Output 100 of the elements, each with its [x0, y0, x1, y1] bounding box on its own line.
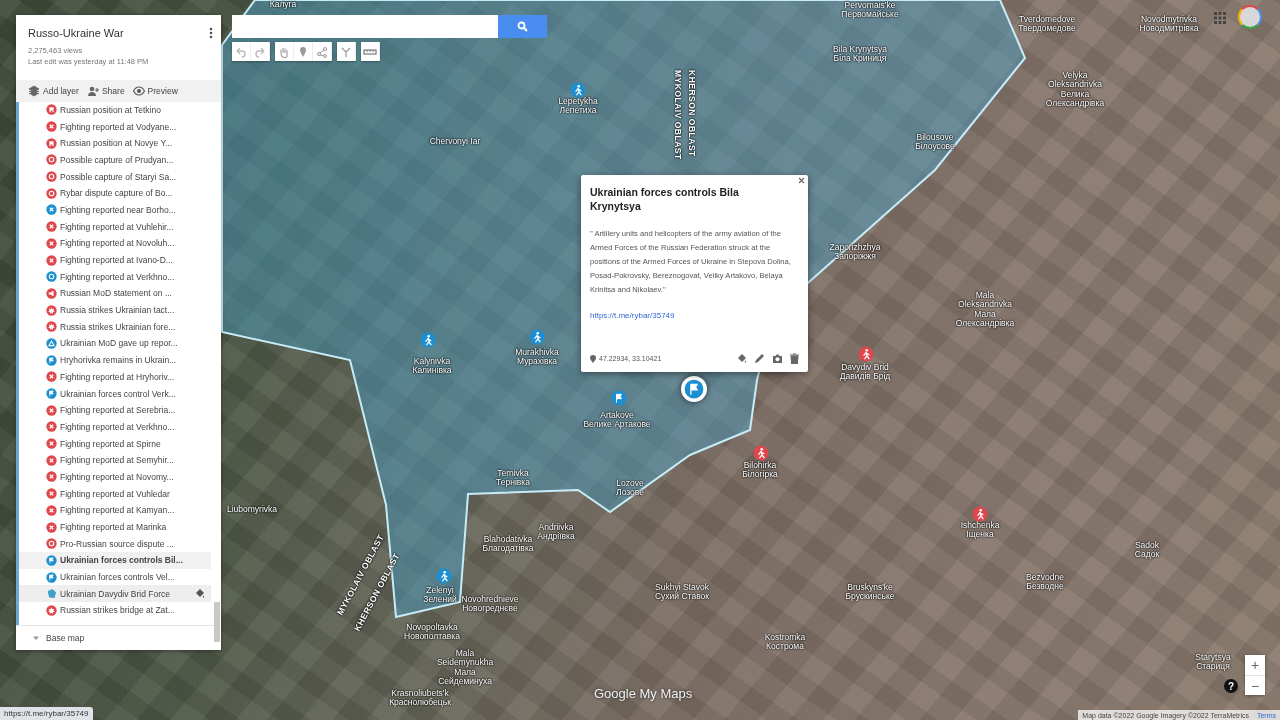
place-label: Mala Seidemynukha: [435, 649, 495, 668]
share-button[interactable]: Share: [86, 84, 125, 97]
close-icon[interactable]: [798, 177, 805, 184]
layer-item[interactable]: Fighting reported at Vuhledar: [19, 485, 211, 502]
layer-item[interactable]: Russia strikes Ukrainian tact...: [19, 301, 211, 319]
place-label: Novodmytrivka: [1140, 14, 1198, 24]
layer-item[interactable]: Fighting reported at Novoluh...: [19, 235, 211, 252]
layer-item[interactable]: Hryhorivka remains in Ukrain...: [19, 351, 211, 369]
place-label: Novohrednieve: [461, 594, 519, 604]
map-marker[interactable]: [858, 346, 874, 362]
place-label: Твердомедове: [1018, 24, 1076, 34]
place-label: Іщенка: [966, 530, 994, 540]
map-marker[interactable]: [529, 329, 545, 345]
map-marker[interactable]: [611, 390, 627, 406]
place-label: Тернівка: [496, 478, 530, 488]
cross-icon: [46, 204, 57, 216]
map-marker[interactable]: [436, 568, 452, 584]
layer-item[interactable]: Ukrainian forces controls Bil...: [19, 552, 211, 569]
search-button[interactable]: [498, 15, 547, 38]
place-label: Lozove: [616, 478, 644, 488]
place-label: Новодмитрівка: [1139, 24, 1199, 34]
account-avatar[interactable]: [1238, 5, 1262, 29]
place-label: Мурахівка: [516, 357, 558, 367]
triangle-icon: [46, 337, 57, 349]
place-label: Брускинське: [845, 592, 895, 602]
layer-item[interactable]: Pro-Russian source dispute ...: [19, 535, 211, 553]
zoom-in-button[interactable]: +: [1245, 655, 1265, 675]
pin-tool-button[interactable]: [294, 42, 313, 61]
eye-button[interactable]: Preview: [132, 84, 178, 97]
place-label: Bilousove: [916, 132, 954, 142]
map-marker[interactable]: [972, 506, 988, 522]
layer-item[interactable]: Fighting reported at Novomy...: [19, 468, 211, 486]
line-icon: [315, 44, 329, 59]
place-label: Давидів Брід: [839, 372, 891, 382]
place-label: Білогірка: [742, 470, 778, 480]
line-tool-button[interactable]: [313, 42, 332, 61]
selected-marker[interactable]: [681, 376, 707, 402]
layer-item[interactable]: Russian position at Novye Y...: [19, 134, 211, 152]
layer-item[interactable]: Russia strikes Ukrainian fore...: [19, 318, 211, 336]
layer-item[interactable]: Possible capture of Prudyan...: [19, 151, 211, 169]
apps-grid-icon[interactable]: [1214, 12, 1226, 24]
layer-item[interactable]: Fighting reported at Marinka: [19, 518, 211, 536]
place-label: Лепетиха: [559, 106, 597, 116]
paint-bucket-icon[interactable]: [736, 353, 747, 364]
layer-item[interactable]: Fighting reported at Vuhlehir...: [19, 218, 211, 235]
search-field[interactable]: [232, 15, 498, 38]
place-label: Pervomais'ke: [844, 0, 896, 10]
cross-icon: [46, 371, 57, 383]
paint-bucket-icon[interactable]: [194, 588, 205, 600]
cross-icon: [46, 221, 57, 233]
add-person-icon: [86, 84, 99, 97]
base-map-label[interactable]: Base map: [46, 633, 85, 643]
zoom-out-button[interactable]: −: [1245, 675, 1265, 695]
layer-item[interactable]: Fighting reported at Kamyan...: [19, 502, 211, 519]
layer-item[interactable]: Possible capture of Staryi Sa...: [19, 168, 211, 185]
layer-item[interactable]: Fighting reported near Borho...: [19, 201, 211, 219]
place-label: Murakhivka: [515, 347, 559, 357]
caret-icon[interactable]: [32, 634, 40, 642]
layer-item[interactable]: Fighting reported at Spirne: [19, 435, 211, 452]
more-options-icon[interactable]: [209, 27, 213, 39]
cross-icon: [46, 438, 57, 450]
map-marker[interactable]: [570, 82, 586, 98]
place-label: Новополтавка: [404, 632, 460, 642]
camera-icon[interactable]: [772, 353, 783, 364]
layer-item[interactable]: Fighting reported at Verkhno...: [19, 418, 211, 436]
place-label: Blahodativka: [483, 534, 533, 544]
route-tool-button[interactable]: [337, 42, 356, 61]
layer-item[interactable]: Fighting reported at Serebria...: [19, 401, 211, 419]
place-label: Zelenyi: [426, 585, 454, 595]
layer-item[interactable]: Fighting reported at Vodyane...: [19, 118, 211, 135]
ruler-tool-button[interactable]: [361, 42, 380, 61]
layer-item[interactable]: Russian strikes bridge at Zat...: [19, 602, 211, 619]
help-button[interactable]: ?: [1224, 679, 1238, 693]
layer-item[interactable]: Ukrainian MoD gave up repor...: [19, 335, 211, 352]
layer-item[interactable]: Russian position at Tetkino: [19, 101, 211, 119]
castle-icon: [46, 104, 57, 116]
scrollbar-thumb[interactable]: [214, 601, 220, 642]
trash-icon[interactable]: [790, 353, 799, 364]
layer-item[interactable]: Fighting reported at Ivano-D...: [19, 251, 211, 269]
layer-item[interactable]: Fighting reported at Hryhoriv...: [19, 368, 211, 386]
place-label: Велика Олександрівка: [1044, 90, 1106, 109]
layer-item[interactable]: Ukrainian Davydiv Brid Force: [19, 585, 211, 603]
pin-icon: [590, 354, 596, 363]
pencil-icon[interactable]: [754, 353, 765, 364]
place-label: Krasnoliubets'k: [391, 688, 449, 698]
popup-link[interactable]: https://t.me/rybar/35749: [590, 311, 675, 321]
map-marker[interactable]: [753, 445, 769, 461]
cross-icon: [46, 404, 57, 416]
place-label: Благодатівка: [482, 544, 534, 554]
cross-icon: [46, 504, 57, 516]
flag-icon: [46, 354, 57, 366]
map-marker[interactable]: [420, 332, 436, 348]
layer-item[interactable]: Ukrainian forces controls Vel...: [19, 568, 211, 586]
layer-item[interactable]: Fighting reported at Semyhir...: [19, 451, 211, 469]
layer-item[interactable]: Fighting reported at Verkhno...: [19, 268, 211, 286]
layer-item[interactable]: Rybar dispute capture of Bo...: [19, 184, 211, 202]
layer-item[interactable]: Ukrainian forces control Verk...: [19, 385, 211, 402]
eye-icon: [132, 84, 145, 97]
layers-button[interactable]: Add layer: [28, 84, 79, 97]
layer-item[interactable]: Russian MoD statement on ...: [19, 285, 211, 302]
